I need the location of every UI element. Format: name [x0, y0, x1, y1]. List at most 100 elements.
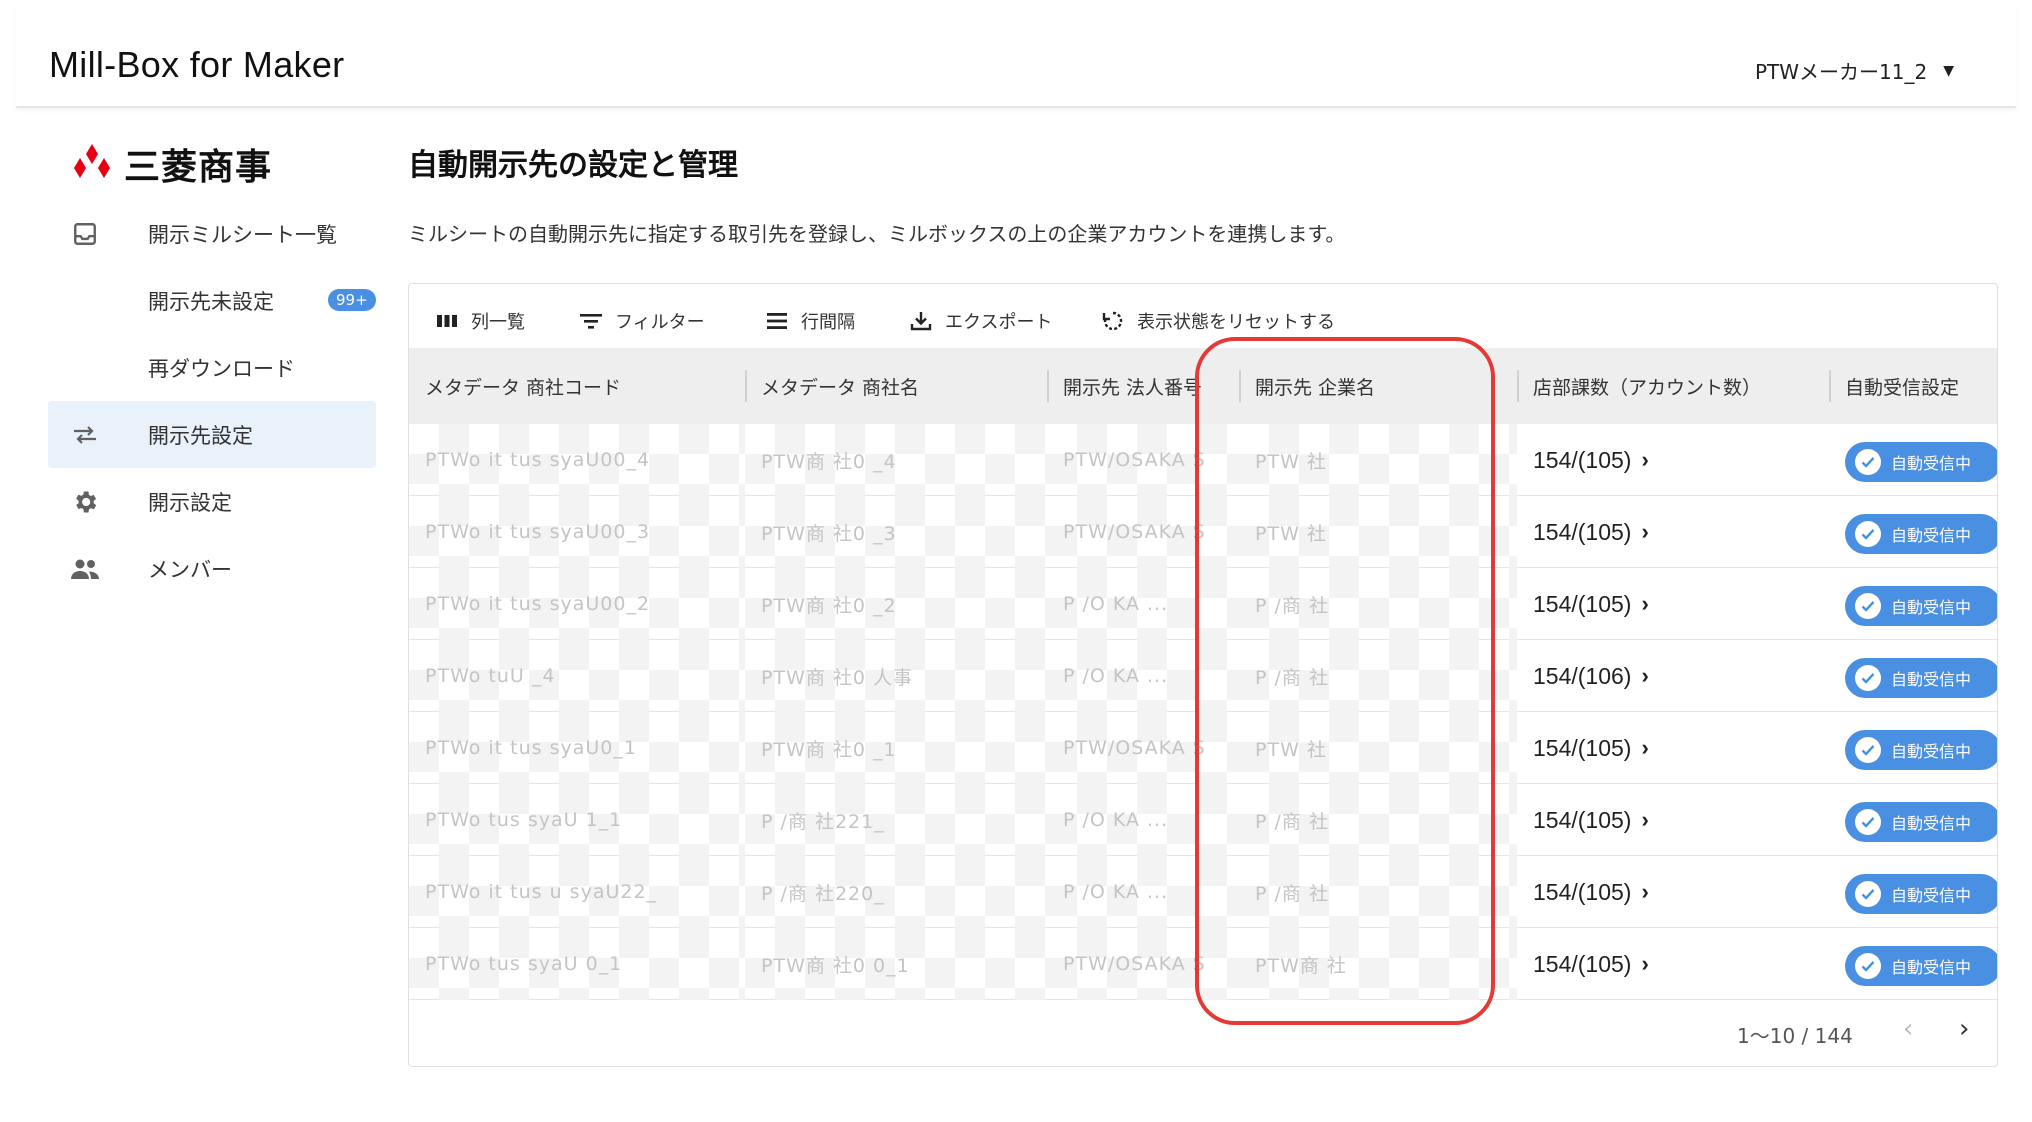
- auto-receive-status-chip[interactable]: 自動受信中: [1845, 802, 1997, 842]
- corporate-number-cell: P /O KA ...: [1047, 856, 1239, 928]
- company-name-cell: P /商 社: [1239, 640, 1517, 712]
- column-header[interactable]: 開示先 法人番号: [1063, 348, 1202, 424]
- people-icon: [70, 554, 100, 584]
- sidebar-item-redownload[interactable]: 再ダウンロード: [48, 334, 376, 401]
- column-header[interactable]: 自動受信設定: [1845, 348, 1959, 424]
- column-header[interactable]: 開示先 企業名: [1255, 348, 1375, 424]
- trading-code-cell: PTWo tuU _4: [409, 640, 745, 712]
- auto-receive-status-chip[interactable]: 自動受信中: [1845, 586, 1997, 626]
- sidebar-item-unassigned[interactable]: 開示先未設定 99+: [48, 267, 376, 334]
- trading-code-cell: PTWo it tus u syaU22_: [409, 856, 745, 928]
- company-name-cell: PTW 社: [1239, 712, 1517, 784]
- check-circle-icon: [1855, 449, 1881, 475]
- table-row[interactable]: PTWo tuU _4 PTW商 社0 人事 P /O KA ... P /商 社 15…: [409, 640, 1997, 712]
- column-separator[interactable]: [1829, 370, 1831, 402]
- previous-page-button[interactable]: ‹: [1903, 1014, 1913, 1044]
- table-row[interactable]: PTWo tus syaU 0_1 PTW商 社0 0_1 PTW/OSAKA SP…: [409, 928, 1997, 1000]
- corporate-number-cell: PTW/OSAKA S: [1047, 424, 1239, 496]
- column-header[interactable]: 店部課数（アカウント数）: [1533, 348, 1761, 424]
- trading-code-cell: PTWo it tus syaU00_3: [409, 496, 745, 568]
- check-circle-icon: [1855, 881, 1881, 907]
- table-row[interactable]: PTWo it tus syaU0_1 PTW商 社0 _1 PTW/OSAKA S…: [409, 712, 1997, 784]
- column-separator[interactable]: [1517, 370, 1519, 402]
- next-page-button[interactable]: ›: [1959, 1014, 1969, 1044]
- corporate-number-cell: PTW/OSAKA S: [1047, 928, 1239, 1000]
- chevron-right-icon: ›: [1641, 663, 1649, 688]
- column-separator[interactable]: [745, 370, 747, 402]
- auto-receive-status-chip[interactable]: 自動受信中: [1845, 946, 1997, 986]
- check-circle-icon: [1855, 953, 1881, 979]
- account-count-link[interactable]: 154/(105) ›: [1533, 424, 1829, 496]
- columns-icon: [437, 315, 457, 327]
- table-row[interactable]: PTWo tus syaU 1_1 P /商 社221_ P /O KA ... P …: [409, 784, 1997, 856]
- status-label: 自動受信中: [1891, 598, 1972, 617]
- column-separator[interactable]: [1047, 370, 1049, 402]
- corporate-number-cell: P /O KA ...: [1047, 568, 1239, 640]
- status-label: 自動受信中: [1891, 670, 1972, 689]
- page-title: 自動開示先の設定と管理: [408, 148, 738, 183]
- corporate-number-cell: PTW/OSAKA S: [1047, 712, 1239, 784]
- app-title: Mill-Box for Maker: [49, 44, 345, 85]
- filter-icon: [580, 314, 602, 329]
- chevron-right-icon: ›: [1641, 591, 1649, 616]
- swap-arrows-icon: [70, 420, 100, 450]
- table-row[interactable]: PTWo it tus syaU00_4 PTW商 社0 _4 PTW/OSAKA …: [409, 424, 1997, 496]
- reset-icon: [1102, 311, 1123, 331]
- sidebar-item-label: 開示設定: [148, 490, 232, 515]
- corporate-number-cell: P /O KA ...: [1047, 640, 1239, 712]
- trading-name-cell: PTW商 社0 _4: [745, 424, 1047, 496]
- trading-code-cell: PTWo it tus syaU00_4: [409, 424, 745, 496]
- account-count-link[interactable]: 154/(105) ›: [1533, 784, 1829, 856]
- account-count: 154/(105): [1533, 950, 1632, 977]
- trading-code-cell: PTWo it tus syaU00_2: [409, 568, 745, 640]
- chevron-right-icon: ›: [1641, 807, 1649, 832]
- column-separator[interactable]: [1239, 370, 1241, 402]
- status-label: 自動受信中: [1891, 886, 1972, 905]
- export-button[interactable]: エクスポート: [909, 308, 1052, 334]
- app-bar: Mill-Box for Maker PTWメーカー11_2 ▼: [16, 0, 2016, 108]
- auto-receive-status-chip[interactable]: 自動受信中: [1845, 442, 1997, 482]
- density-button[interactable]: 行間隔: [765, 308, 855, 334]
- chevron-right-icon: ›: [1641, 447, 1649, 472]
- sidebar-item-label: 開示先未設定: [148, 289, 274, 314]
- columns-label: 列一覧: [471, 312, 525, 333]
- table-row[interactable]: PTWo it tus syaU00_2 PTW商 社0 _2 P /O KA ..…: [409, 568, 1997, 640]
- account-count: 154/(105): [1533, 806, 1632, 833]
- sidebar-item-disclosure-settings[interactable]: 開示設定: [48, 468, 376, 535]
- sidebar-item-members[interactable]: メンバー: [48, 535, 376, 602]
- trading-name-cell: PTW商 社0 _2: [745, 568, 1047, 640]
- density-label: 行間隔: [801, 312, 855, 333]
- corporate-number-cell: PTW/OSAKA S: [1047, 496, 1239, 568]
- column-header[interactable]: メタデータ 商社コード: [425, 348, 621, 424]
- columns-button[interactable]: 列一覧: [435, 308, 525, 334]
- account-count-link[interactable]: 154/(105) ›: [1533, 568, 1829, 640]
- account-menu[interactable]: PTWメーカー11_2 ▼: [1755, 56, 1954, 85]
- sidebar-item-millsheet-list[interactable]: 開示ミルシート一覧: [48, 200, 376, 267]
- reset-view-button[interactable]: 表示状態をリセットする: [1101, 308, 1335, 334]
- table-row[interactable]: PTWo it tus u syaU22_ P /商 社220_ P /O KA .…: [409, 856, 1997, 928]
- account-count-link[interactable]: 154/(105) ›: [1533, 928, 1829, 1000]
- sidebar-nav: 開示ミルシート一覧 開示先未設定 99+ 再ダウンロード 開示先設定 開示設定 …: [48, 200, 376, 602]
- auto-receive-status-chip[interactable]: 自動受信中: [1845, 874, 1997, 914]
- account-count-link[interactable]: 154/(106) ›: [1533, 640, 1829, 712]
- trading-name-cell: P /商 社221_: [745, 784, 1047, 856]
- status-label: 自動受信中: [1891, 958, 1972, 977]
- trading-name-cell: PTW商 社0 _1: [745, 712, 1047, 784]
- filter-button[interactable]: フィルター: [579, 308, 705, 334]
- sidebar-item-disclosure-target-settings[interactable]: 開示先設定: [48, 401, 376, 468]
- caret-down-icon: ▼: [1943, 62, 1954, 79]
- account-count-link[interactable]: 154/(105) ›: [1533, 496, 1829, 568]
- auto-receive-status-chip[interactable]: 自動受信中: [1845, 514, 1997, 554]
- account-count-link[interactable]: 154/(105) ›: [1533, 712, 1829, 784]
- auto-receive-status-chip[interactable]: 自動受信中: [1845, 730, 1997, 770]
- company-name-cell: P /商 社: [1239, 856, 1517, 928]
- auto-receive-status-chip[interactable]: 自動受信中: [1845, 658, 1997, 698]
- trading-name-cell: PTW商 社0 人事: [745, 640, 1047, 712]
- account-count-link[interactable]: 154/(105) ›: [1533, 856, 1829, 928]
- column-header[interactable]: メタデータ 商社名: [761, 348, 919, 424]
- reset-label: 表示状態をリセットする: [1137, 312, 1335, 333]
- table-row[interactable]: PTWo it tus syaU00_3 PTW商 社0 _3 PTW/OSAKA …: [409, 496, 1997, 568]
- check-circle-icon: [1855, 593, 1881, 619]
- account-count: 154/(105): [1533, 518, 1632, 545]
- company-name-cell: P /商 社: [1239, 568, 1517, 640]
